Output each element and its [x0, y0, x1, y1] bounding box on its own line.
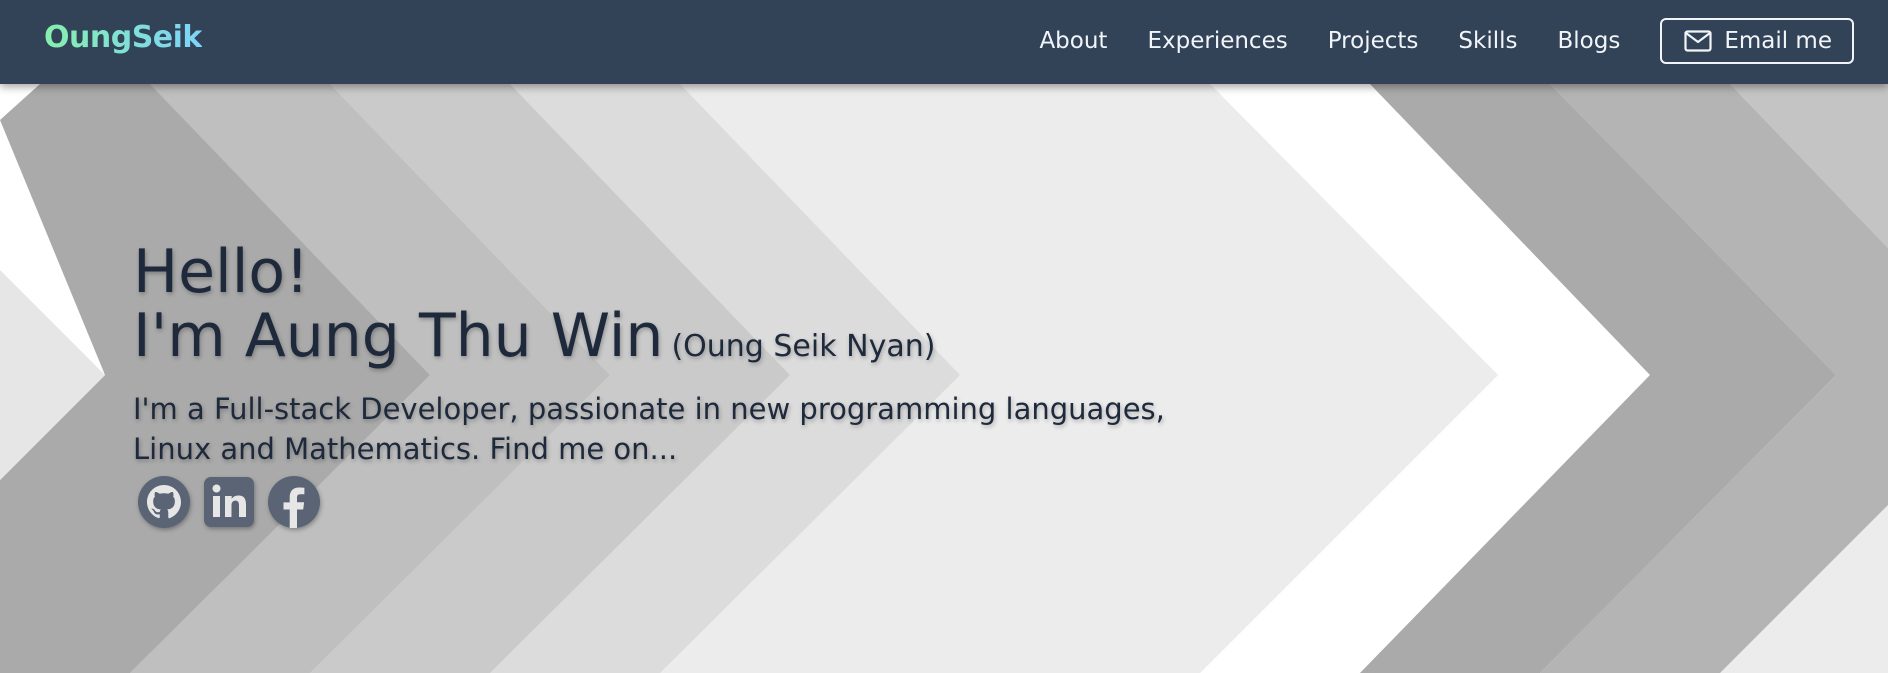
hero-bio-line-2: Linux and Mathematics. Find me on... — [133, 432, 678, 466]
hero-name-line: I'm Aung Thu Win (Oung Seik Nyan) — [133, 304, 1253, 379]
social-links — [137, 475, 1253, 529]
hero: Hello! I'm Aung Thu Win (Oung Seik Nyan) … — [133, 240, 1253, 529]
hero-name: I'm Aung Thu Win — [133, 301, 664, 371]
hero-greeting: Hello! — [133, 237, 310, 307]
linkedin-icon[interactable] — [202, 475, 256, 529]
nav-skills[interactable]: Skills — [1458, 17, 1517, 65]
hero-alias: (Oung Seik Nyan) — [671, 329, 936, 364]
hero-bio: I'm a Full-stack Developer, passionate i… — [133, 389, 1253, 469]
page: OungSeik About Experiences Projects Skil… — [0, 0, 1888, 673]
navbar: OungSeik About Experiences Projects Skil… — [0, 0, 1888, 84]
github-icon[interactable] — [137, 475, 191, 529]
mail-icon — [1684, 30, 1712, 52]
nav-links: About Experiences Projects Skills Blogs … — [1039, 17, 1854, 65]
nav-about[interactable]: About — [1039, 17, 1107, 65]
brand-logo[interactable]: OungSeik — [44, 18, 202, 58]
hero-bio-line-1: I'm a Full-stack Developer, passionate i… — [133, 392, 1165, 426]
nav-projects[interactable]: Projects — [1328, 17, 1419, 65]
facebook-icon[interactable] — [267, 475, 321, 529]
nav-experiences[interactable]: Experiences — [1147, 17, 1287, 65]
nav-blogs[interactable]: Blogs — [1557, 17, 1620, 65]
email-me-label: Email me — [1724, 28, 1832, 54]
email-me-button[interactable]: Email me — [1660, 18, 1854, 64]
